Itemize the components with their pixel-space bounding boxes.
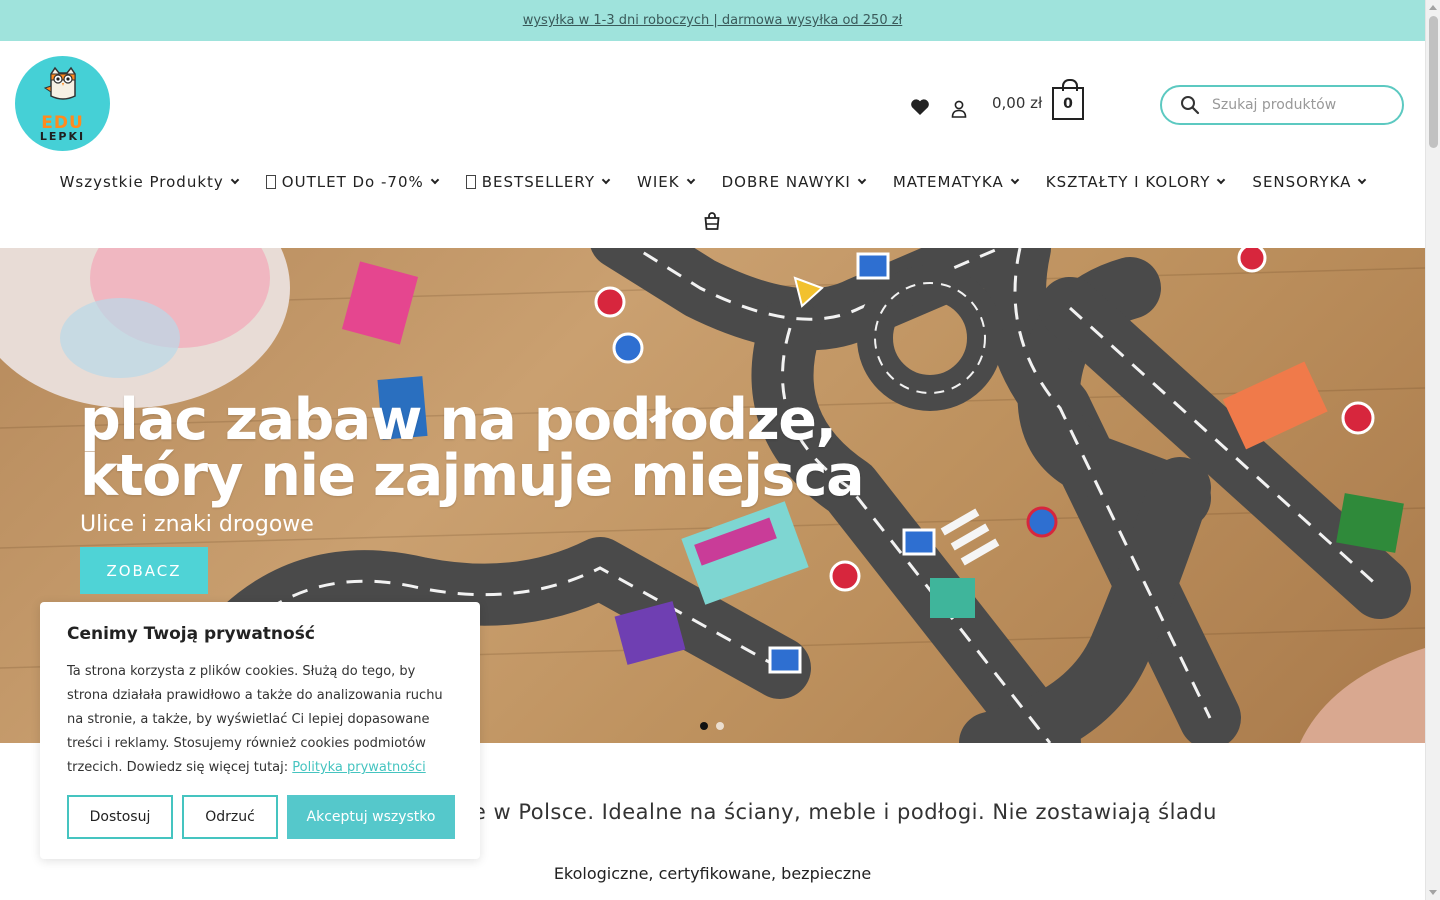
privacy-policy-link[interactable]: Polityka prywatności [292, 760, 425, 775]
hero-subtitle: Ulice i znaki drogowe [80, 512, 314, 537]
nav-label: SENSORYKA [1252, 173, 1352, 191]
nav-label: WIEK [637, 173, 680, 191]
hero-title: plac zabaw na podłodze, który nie zajmuj… [80, 392, 880, 505]
search-input[interactable] [1212, 97, 1392, 113]
nav-label: MATEMATYKA [892, 173, 1004, 191]
cart-count-badge[interactable]: 0 [1052, 79, 1084, 120]
chevron-down-icon [230, 175, 240, 185]
chevron-down-icon [430, 175, 439, 185]
cookie-body: Ta strona korzysta z plików cookies. Słu… [67, 660, 453, 780]
nav-item-age[interactable]: WIEK [637, 166, 695, 198]
logo-text-edu: EDU [41, 113, 84, 133]
user-icon[interactable] [950, 99, 968, 119]
nav-label: OUTLET Do -70% [281, 173, 424, 191]
missing-glyph-icon [465, 175, 476, 189]
nav-label: KSZTAŁTY I KOLORY [1045, 173, 1211, 191]
nav-label: BESTSELLERY [481, 173, 596, 191]
slider-dot-1[interactable] [700, 722, 708, 730]
announcement-bar: wysyłka w 1-3 dni roboczych | darmowa wy… [0, 0, 1425, 41]
nav-label: Wszystkie Produkty [59, 173, 224, 191]
logo-text-lepki: LEPKI [39, 130, 86, 143]
nav-item-all-products[interactable]: Wszystkie Produkty [59, 166, 240, 198]
accept-all-button[interactable]: Akceptuj wszystko [287, 795, 455, 839]
main-nav: Wszystkie Produkty OUTLET Do -70% BESTSE… [0, 166, 1425, 198]
nav-label: DOBRE NAWYKI [721, 173, 851, 191]
shopping-bag-icon[interactable] [704, 212, 720, 230]
nav-item-math[interactable]: MATEMATYKA [892, 166, 1019, 198]
heart-icon[interactable] [910, 98, 930, 116]
nav-item-sensory[interactable]: SENSORYKA [1252, 166, 1367, 198]
chevron-down-icon [601, 175, 611, 185]
slider-dots [700, 722, 724, 730]
reject-button[interactable]: Odrzuć [182, 795, 278, 839]
hero-title-line2: który nie zajmuje miejsca [80, 443, 865, 509]
chevron-down-icon [1010, 175, 1019, 185]
cookie-consent-modal: Cenimy Twoją prywatność Ta strona korzys… [40, 602, 480, 859]
cookie-buttons: Dostosuj Odrzuć Akceptuj wszystko [67, 795, 455, 839]
customize-button[interactable]: Dostosuj [67, 795, 173, 839]
cookie-title: Cenimy Twoją prywatność [67, 624, 315, 644]
cart-total[interactable]: 0,00 zł [992, 94, 1042, 112]
page-scrollbar[interactable] [1425, 0, 1440, 900]
chevron-down-icon [1217, 175, 1226, 185]
scrollbar-thumb[interactable] [1429, 16, 1438, 148]
scroll-down-arrow-icon[interactable] [1429, 890, 1437, 895]
hero-cta-button[interactable]: ZOBACZ [80, 547, 208, 594]
missing-glyph-icon [265, 175, 276, 189]
nav-item-good-habits[interactable]: DOBRE NAWYKI [721, 166, 867, 198]
announcement-link[interactable]: wysyłka w 1-3 dni roboczych | darmowa wy… [523, 13, 903, 28]
chevron-down-icon [1358, 175, 1367, 185]
site-logo[interactable]: EDU LEPKI [15, 56, 110, 151]
cookie-body-text: Ta strona korzysta z plików cookies. Słu… [67, 664, 443, 775]
scroll-up-arrow-icon[interactable] [1429, 5, 1437, 10]
search-box [1160, 85, 1404, 125]
nav-item-outlet[interactable]: OUTLET Do -70% [265, 166, 439, 198]
nav-item-shapes-colors[interactable]: KSZTAŁTY I KOLORY [1045, 166, 1226, 198]
chevron-down-icon [857, 175, 867, 185]
search-icon[interactable] [1180, 95, 1200, 115]
intro-subtagline: Ekologiczne, certyfikowane, bezpieczne [553, 864, 872, 883]
chevron-down-icon [686, 175, 695, 185]
nav-item-bestsellers[interactable]: BESTSELLERY [465, 166, 611, 198]
slider-dot-2[interactable] [716, 722, 724, 730]
owl-mascot-icon [43, 66, 76, 100]
